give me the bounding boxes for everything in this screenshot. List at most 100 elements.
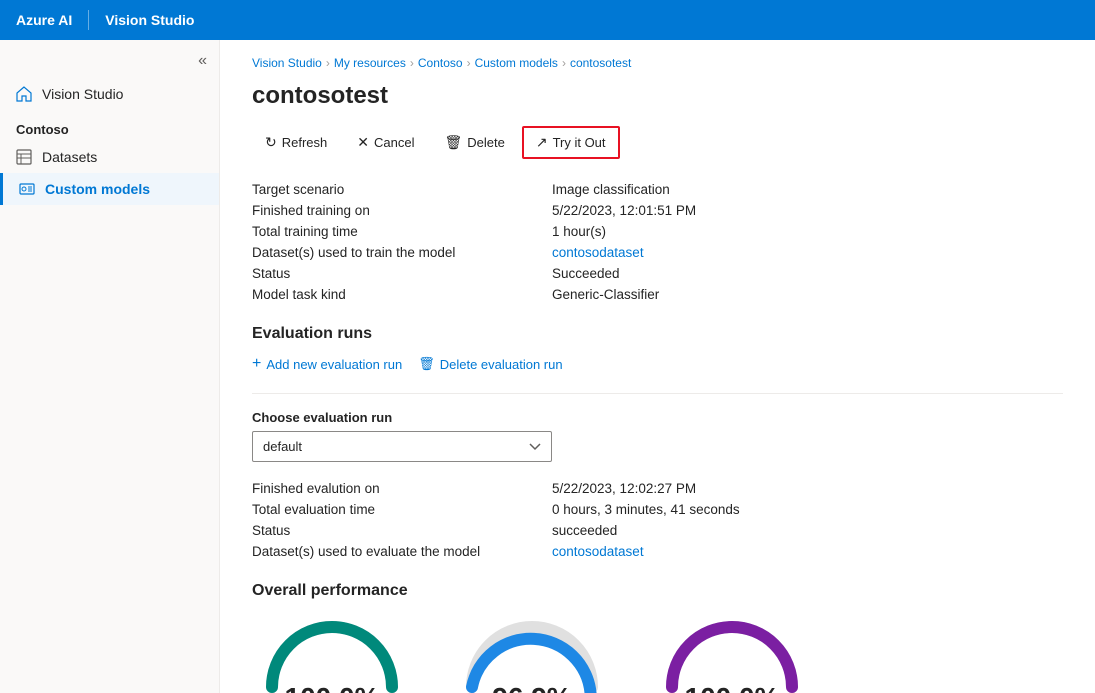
info-label-status: Status bbox=[252, 266, 552, 281]
cancel-label: Cancel bbox=[374, 135, 414, 150]
gauge-value-avg-precision: 100.0% bbox=[285, 682, 380, 693]
dataset-eval-link[interactable]: contosodataset bbox=[552, 544, 644, 559]
toolbar: ↻ Refresh ✕ Cancel 🗑 Delete ↗ Try it Out bbox=[252, 126, 1063, 159]
evaluation-action-bar: + Add new evaluation run 🗑 Delete evalua… bbox=[252, 355, 1063, 373]
dataset-train-link[interactable]: contosodataset bbox=[552, 245, 644, 260]
breadcrumb-custom-models[interactable]: Custom models bbox=[475, 56, 558, 70]
plus-icon: + bbox=[252, 355, 261, 373]
refresh-button[interactable]: ↻ Refresh bbox=[252, 127, 340, 158]
custom-models-icon bbox=[19, 181, 35, 197]
info-label-target-scenario: Target scenario bbox=[252, 182, 552, 197]
performance-section-header: Overall performance bbox=[252, 582, 1063, 600]
info-value-total-training-time: 1 hour(s) bbox=[552, 224, 606, 239]
layout: « Vision Studio Contoso Datasets bbox=[0, 40, 1095, 693]
info-row-eval-status: Status succeeded bbox=[252, 520, 1063, 541]
sidebar-home-label: Vision Studio bbox=[42, 86, 123, 102]
sidebar-section-label: Contoso bbox=[0, 110, 219, 141]
choose-evaluation-section: Choose evaluation run default bbox=[252, 410, 1063, 462]
breadcrumb-contoso[interactable]: Contoso bbox=[418, 56, 463, 70]
info-value-total-eval-time: 0 hours, 3 minutes, 41 seconds bbox=[552, 502, 740, 517]
delete-evaluation-label: Delete evaluation run bbox=[440, 357, 563, 372]
cancel-icon: ✕ bbox=[357, 134, 369, 151]
main-content: Vision Studio › My resources › Contoso ›… bbox=[220, 40, 1095, 693]
info-row-finished-eval: Finished evalution on 5/22/2023, 12:02:2… bbox=[252, 478, 1063, 499]
info-label-finished-eval: Finished evalution on bbox=[252, 481, 552, 496]
cancel-button[interactable]: ✕ Cancel bbox=[344, 127, 427, 158]
topbar-divider bbox=[88, 10, 89, 30]
breadcrumb-sep-3: › bbox=[467, 56, 471, 70]
divider-1 bbox=[252, 393, 1063, 394]
sidebar-collapse-button[interactable]: « bbox=[198, 52, 207, 70]
gauge-svg-accuracy-top1 bbox=[462, 612, 602, 692]
info-value-status: Succeeded bbox=[552, 266, 620, 281]
info-value-eval-status: succeeded bbox=[552, 523, 617, 538]
try-it-out-label: Try it Out bbox=[553, 135, 606, 150]
breadcrumb-my-resources[interactable]: My resources bbox=[334, 56, 406, 70]
info-label-total-eval-time: Total evaluation time bbox=[252, 502, 552, 517]
info-label-model-task-kind: Model task kind bbox=[252, 287, 552, 302]
breadcrumb-sep-2: › bbox=[410, 56, 414, 70]
breadcrumb-sep-4: › bbox=[562, 56, 566, 70]
info-row-dataset-train: Dataset(s) used to train the model conto… bbox=[252, 242, 1063, 263]
model-info-table: Target scenario Image classification Fin… bbox=[252, 179, 1063, 305]
info-label-dataset-train: Dataset(s) used to train the model bbox=[252, 245, 552, 260]
try-it-out-button[interactable]: ↗ Try it Out bbox=[522, 126, 620, 159]
breadcrumb: Vision Studio › My resources › Contoso ›… bbox=[252, 56, 1063, 70]
info-value-finished-training: 5/22/2023, 12:01:51 PM bbox=[552, 203, 696, 218]
breadcrumb-sep-1: › bbox=[326, 56, 330, 70]
gauge-accuracy-top5: 100.0% Accuracy - Top 5 i bbox=[652, 612, 812, 693]
add-evaluation-label: Add new evaluation run bbox=[266, 357, 402, 372]
sidebar-item-custom-models-label: Custom models bbox=[45, 181, 150, 197]
app-label: Vision Studio bbox=[105, 12, 194, 28]
gauge-svg-accuracy-top5 bbox=[662, 612, 802, 692]
info-label-dataset-eval: Dataset(s) used to evaluate the model bbox=[252, 544, 552, 559]
datasets-icon bbox=[16, 149, 32, 165]
info-row-finished-training: Finished training on 5/22/2023, 12:01:51… bbox=[252, 200, 1063, 221]
evaluation-run-dropdown[interactable]: default bbox=[252, 431, 552, 462]
sidebar-item-datasets-label: Datasets bbox=[42, 149, 97, 165]
info-value-dataset-eval: contosodataset bbox=[552, 544, 644, 559]
info-value-model-task-kind: Generic-Classifier bbox=[552, 287, 659, 302]
gauge-svg-avg-precision bbox=[262, 612, 402, 692]
gauge-value-accuracy-top1: 96.9% bbox=[492, 682, 571, 693]
eval-info-table: Finished evalution on 5/22/2023, 12:02:2… bbox=[252, 478, 1063, 562]
info-value-dataset-train: contosodataset bbox=[552, 245, 644, 260]
page-title: contosotest bbox=[252, 82, 1063, 110]
info-label-total-training-time: Total training time bbox=[252, 224, 552, 239]
add-evaluation-run-button[interactable]: + Add new evaluation run bbox=[252, 355, 402, 373]
sidebar: « Vision Studio Contoso Datasets bbox=[0, 40, 220, 693]
delete-icon: 🗑 bbox=[444, 134, 462, 151]
info-row-target-scenario: Target scenario Image classification bbox=[252, 179, 1063, 200]
gauges-row: 100.0% Average precision i 96.9% Accurac… bbox=[252, 612, 1063, 693]
external-link-icon: ↗ bbox=[536, 134, 548, 151]
refresh-label: Refresh bbox=[282, 135, 328, 150]
sidebar-item-custom-models[interactable]: Custom models bbox=[0, 173, 219, 205]
info-row-dataset-eval: Dataset(s) used to evaluate the model co… bbox=[252, 541, 1063, 562]
trash-icon: 🗑 bbox=[418, 356, 435, 372]
breadcrumb-contosotest[interactable]: contosotest bbox=[570, 56, 631, 70]
info-row-total-training-time: Total training time 1 hour(s) bbox=[252, 221, 1063, 242]
topbar: Azure AI Vision Studio bbox=[0, 0, 1095, 40]
brand-label: Azure AI bbox=[16, 12, 72, 28]
info-value-target-scenario: Image classification bbox=[552, 182, 670, 197]
info-row-model-task-kind: Model task kind Generic-Classifier bbox=[252, 284, 1063, 305]
info-label-finished-training: Finished training on bbox=[252, 203, 552, 218]
info-label-eval-status: Status bbox=[252, 523, 552, 538]
gauge-avg-precision: 100.0% Average precision i bbox=[252, 612, 412, 693]
info-row-total-eval-time: Total evaluation time 0 hours, 3 minutes… bbox=[252, 499, 1063, 520]
gauge-value-accuracy-top5: 100.0% bbox=[685, 682, 780, 693]
info-value-finished-eval: 5/22/2023, 12:02:27 PM bbox=[552, 481, 696, 496]
sidebar-item-home[interactable]: Vision Studio bbox=[0, 78, 219, 110]
home-icon bbox=[16, 86, 32, 102]
choose-evaluation-label: Choose evaluation run bbox=[252, 410, 1063, 425]
delete-label: Delete bbox=[467, 135, 505, 150]
delete-evaluation-run-button[interactable]: 🗑 Delete evaluation run bbox=[418, 356, 562, 372]
evaluation-section-header: Evaluation runs bbox=[252, 325, 1063, 343]
gauge-accuracy-top1: 96.9% Accuracy - Top 1 i bbox=[452, 612, 612, 693]
sidebar-collapse-area: « bbox=[0, 48, 219, 78]
delete-button[interactable]: 🗑 Delete bbox=[431, 127, 517, 158]
info-row-status: Status Succeeded bbox=[252, 263, 1063, 284]
breadcrumb-vision-studio[interactable]: Vision Studio bbox=[252, 56, 322, 70]
sidebar-item-datasets[interactable]: Datasets bbox=[0, 141, 219, 173]
refresh-icon: ↻ bbox=[265, 134, 277, 151]
